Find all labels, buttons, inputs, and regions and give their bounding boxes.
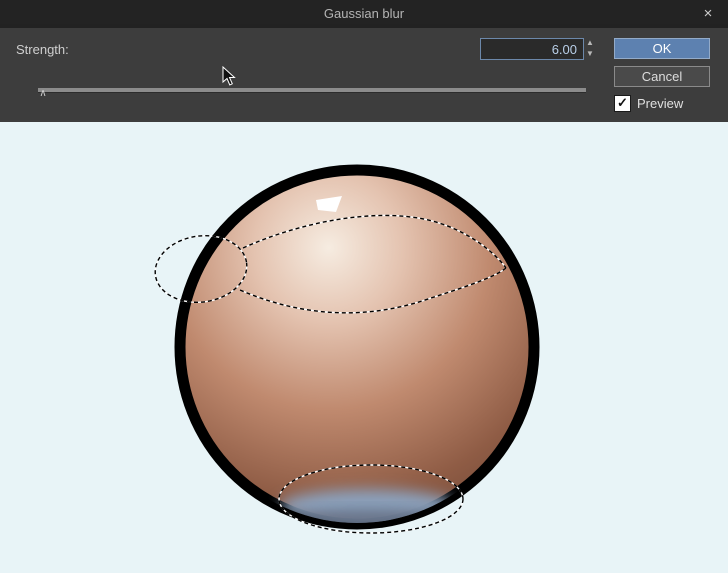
- app-window: { "window": { "title": "Gaussian blur", …: [0, 0, 728, 568]
- gaussian-blur-dialog: Strength: ▲ ▼ OK Cancel ∧ ✓ Preview: [0, 28, 728, 122]
- strength-input[interactable]: [480, 38, 584, 60]
- preview-label: Preview: [637, 95, 684, 111]
- ok-button[interactable]: OK: [614, 38, 710, 59]
- sphere: [174, 164, 540, 530]
- canvas-area[interactable]: [0, 122, 728, 568]
- dialog-title: Gaussian blur: [323, 6, 405, 21]
- strength-slider-track[interactable]: [38, 88, 586, 93]
- preview-option[interactable]: ✓ Preview: [614, 94, 683, 112]
- dialog-titlebar[interactable]: Gaussian blur ×: [0, 0, 728, 28]
- strength-slider-thumb[interactable]: ∧: [36, 88, 50, 100]
- cancel-button[interactable]: Cancel: [614, 66, 710, 87]
- preview-checkbox[interactable]: ✓: [614, 94, 631, 112]
- checkmark-icon: ✓: [617, 95, 628, 110]
- spinner-up-icon[interactable]: ▲: [582, 38, 598, 49]
- strength-label: Strength:: [16, 42, 69, 57]
- canvas-artwork: [0, 122, 728, 568]
- close-icon[interactable]: ×: [696, 0, 720, 28]
- strength-spinner[interactable]: ▲ ▼: [582, 38, 598, 60]
- cursor-icon: [222, 66, 236, 86]
- spinner-down-icon[interactable]: ▼: [582, 49, 598, 60]
